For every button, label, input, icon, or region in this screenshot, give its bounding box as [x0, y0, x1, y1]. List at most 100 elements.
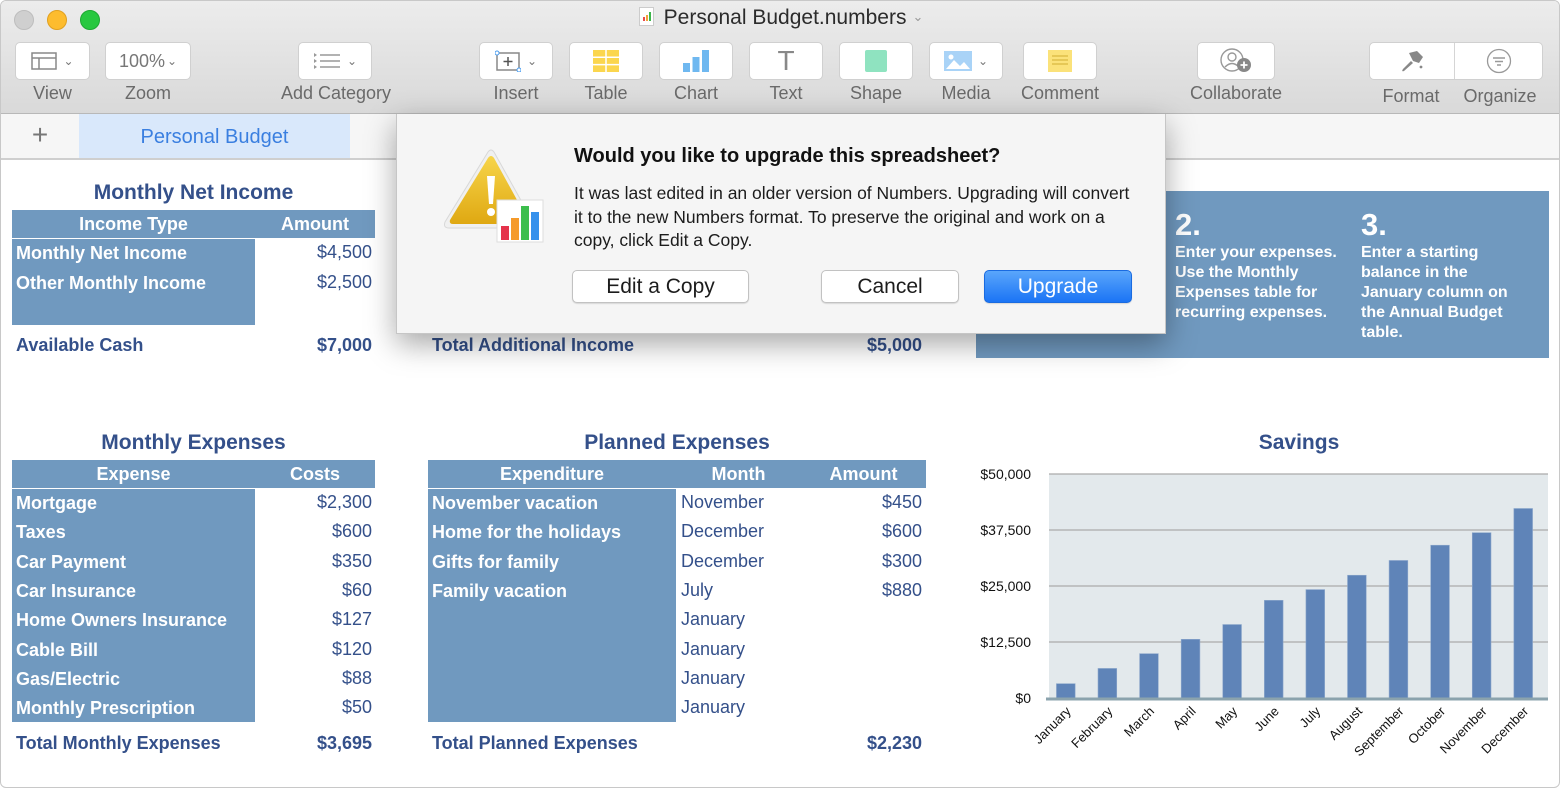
- total-label[interactable]: Available Cash: [16, 335, 143, 356]
- table-cell[interactable]: $2,500: [255, 272, 372, 293]
- instruction-step: 2. Enter your expenses. Use the Monthly …: [1175, 208, 1353, 323]
- column-header[interactable]: Month: [676, 460, 801, 488]
- total-value[interactable]: $3,695: [255, 733, 372, 754]
- column-header[interactable]: Expenditure: [428, 460, 676, 488]
- total-value[interactable]: $7,000: [255, 335, 372, 356]
- upgrade-button[interactable]: Upgrade: [984, 270, 1132, 303]
- bar[interactable]: [1222, 624, 1242, 699]
- collaborate-button[interactable]: [1197, 42, 1275, 80]
- table-cell[interactable]: $450: [801, 492, 922, 513]
- zoom-select[interactable]: 100% ⌄: [105, 42, 191, 80]
- view-button[interactable]: ⌄: [15, 42, 90, 80]
- table-cell[interactable]: Gifts for family: [432, 552, 559, 573]
- view-label: View: [33, 83, 72, 103]
- bar[interactable]: [1305, 589, 1325, 699]
- table-cell[interactable]: $350: [255, 551, 372, 572]
- table-cell[interactable]: Monthly Prescription: [16, 698, 195, 719]
- table-cell[interactable]: Mortgage: [16, 493, 97, 514]
- add-sheet-button[interactable]: +: [1, 114, 79, 158]
- table-cell[interactable]: Car Payment: [16, 552, 126, 573]
- text-control[interactable]: T Text: [749, 42, 823, 104]
- sheet-tab-personal-budget[interactable]: Personal Budget: [79, 114, 350, 158]
- insert-control[interactable]: ⌄ Insert: [479, 42, 553, 104]
- zoom-control[interactable]: 100% ⌄ Zoom: [105, 42, 191, 104]
- column-header[interactable]: Income Type: [12, 210, 255, 238]
- table-cell[interactable]: Home for the holidays: [432, 522, 621, 543]
- column-header[interactable]: Costs: [255, 460, 375, 488]
- bar[interactable]: [1471, 532, 1492, 699]
- column-header[interactable]: Amount: [801, 460, 926, 488]
- planned-expenses-header: Expenditure Month Amount: [428, 460, 926, 488]
- table-cell[interactable]: November vacation: [432, 493, 598, 514]
- table-cell[interactable]: Family vacation: [432, 581, 567, 602]
- table-button[interactable]: [569, 42, 643, 80]
- chart-control[interactable]: Chart: [659, 42, 733, 104]
- table-cell[interactable]: $600: [801, 521, 922, 542]
- table-cell[interactable]: $600: [255, 521, 372, 542]
- table-cell[interactable]: Monthly Net Income: [16, 243, 187, 264]
- total-label[interactable]: Total Additional Income: [432, 335, 634, 356]
- bar[interactable]: [1139, 653, 1159, 699]
- table-cell[interactable]: $127: [255, 609, 372, 630]
- bar[interactable]: [1430, 544, 1450, 699]
- format-button[interactable]: [1370, 43, 1454, 79]
- table-cell[interactable]: Taxes: [16, 522, 66, 543]
- bar[interactable]: [1347, 574, 1367, 699]
- bar[interactable]: [1264, 600, 1284, 699]
- shape-button[interactable]: [839, 42, 913, 80]
- table-cell[interactable]: $880: [801, 580, 922, 601]
- table-cell[interactable]: $2,300: [255, 492, 372, 513]
- total-value[interactable]: $5,000: [801, 335, 922, 356]
- table-cell[interactable]: Cable Bill: [16, 640, 98, 661]
- text-button[interactable]: T: [749, 42, 823, 80]
- table-cell[interactable]: $60: [255, 580, 372, 601]
- cancel-button[interactable]: Cancel: [821, 270, 959, 303]
- column-header[interactable]: Amount: [255, 210, 375, 238]
- table-cell[interactable]: $120: [255, 639, 372, 660]
- total-value[interactable]: $2,230: [801, 733, 922, 754]
- chevron-down-icon: ⌄: [526, 54, 538, 68]
- table-cell[interactable]: $300: [801, 551, 922, 572]
- table-cell[interactable]: Home Owners Insurance: [16, 610, 227, 631]
- comment-control[interactable]: Comment: [1021, 42, 1099, 104]
- list-icon: [313, 53, 340, 69]
- table-cell[interactable]: January: [681, 639, 745, 660]
- table-cell[interactable]: $88: [255, 668, 372, 689]
- instruction-step: 3. Enter a starting balance in the Janua…: [1361, 208, 1531, 343]
- table-cell[interactable]: January: [681, 668, 745, 689]
- total-label[interactable]: Total Planned Expenses: [432, 733, 638, 754]
- insert-button[interactable]: ⌄: [479, 42, 553, 80]
- comment-button[interactable]: [1023, 42, 1097, 80]
- window-title[interactable]: Personal Budget.numbers ⌄: [1, 6, 1559, 30]
- shape-control[interactable]: Shape: [839, 42, 913, 104]
- table-cell[interactable]: January: [681, 609, 745, 630]
- media-control[interactable]: ⌄ Media: [929, 42, 1003, 104]
- bar[interactable]: [1056, 683, 1076, 699]
- table-cell[interactable]: December: [681, 521, 764, 542]
- bar[interactable]: [1180, 639, 1201, 699]
- table-cell[interactable]: December: [681, 551, 764, 572]
- chart-button[interactable]: [659, 42, 733, 80]
- bar[interactable]: [1097, 668, 1118, 699]
- column-header[interactable]: Expense: [12, 460, 255, 488]
- media-button[interactable]: ⌄: [929, 42, 1003, 80]
- table-cell[interactable]: Car Insurance: [16, 581, 136, 602]
- bar[interactable]: [1388, 560, 1409, 699]
- table-cell[interactable]: $50: [255, 697, 372, 718]
- bar[interactable]: [1513, 508, 1533, 699]
- table-cell[interactable]: July: [681, 580, 713, 601]
- total-label[interactable]: Total Monthly Expenses: [16, 733, 221, 754]
- table-cell[interactable]: November: [681, 492, 764, 513]
- table-cell[interactable]: January: [681, 697, 745, 718]
- table-cell[interactable]: Gas/Electric: [16, 669, 120, 690]
- add-category-control[interactable]: ⌄ Add Category: [277, 42, 395, 104]
- table-control[interactable]: Table: [569, 42, 643, 104]
- collaborate-control[interactable]: Collaborate: [1185, 42, 1287, 104]
- savings-chart[interactable]: $0$12,500$25,000$37,500$50,000JanuaryFeb…: [961, 461, 1560, 781]
- edit-a-copy-button[interactable]: Edit a Copy: [572, 270, 749, 303]
- table-cell[interactable]: $4,500: [255, 242, 372, 263]
- organize-button[interactable]: [1455, 43, 1543, 79]
- view-control[interactable]: ⌄ View: [15, 42, 90, 104]
- add-category-button[interactable]: ⌄: [298, 42, 372, 80]
- table-cell[interactable]: Other Monthly Income: [16, 273, 206, 294]
